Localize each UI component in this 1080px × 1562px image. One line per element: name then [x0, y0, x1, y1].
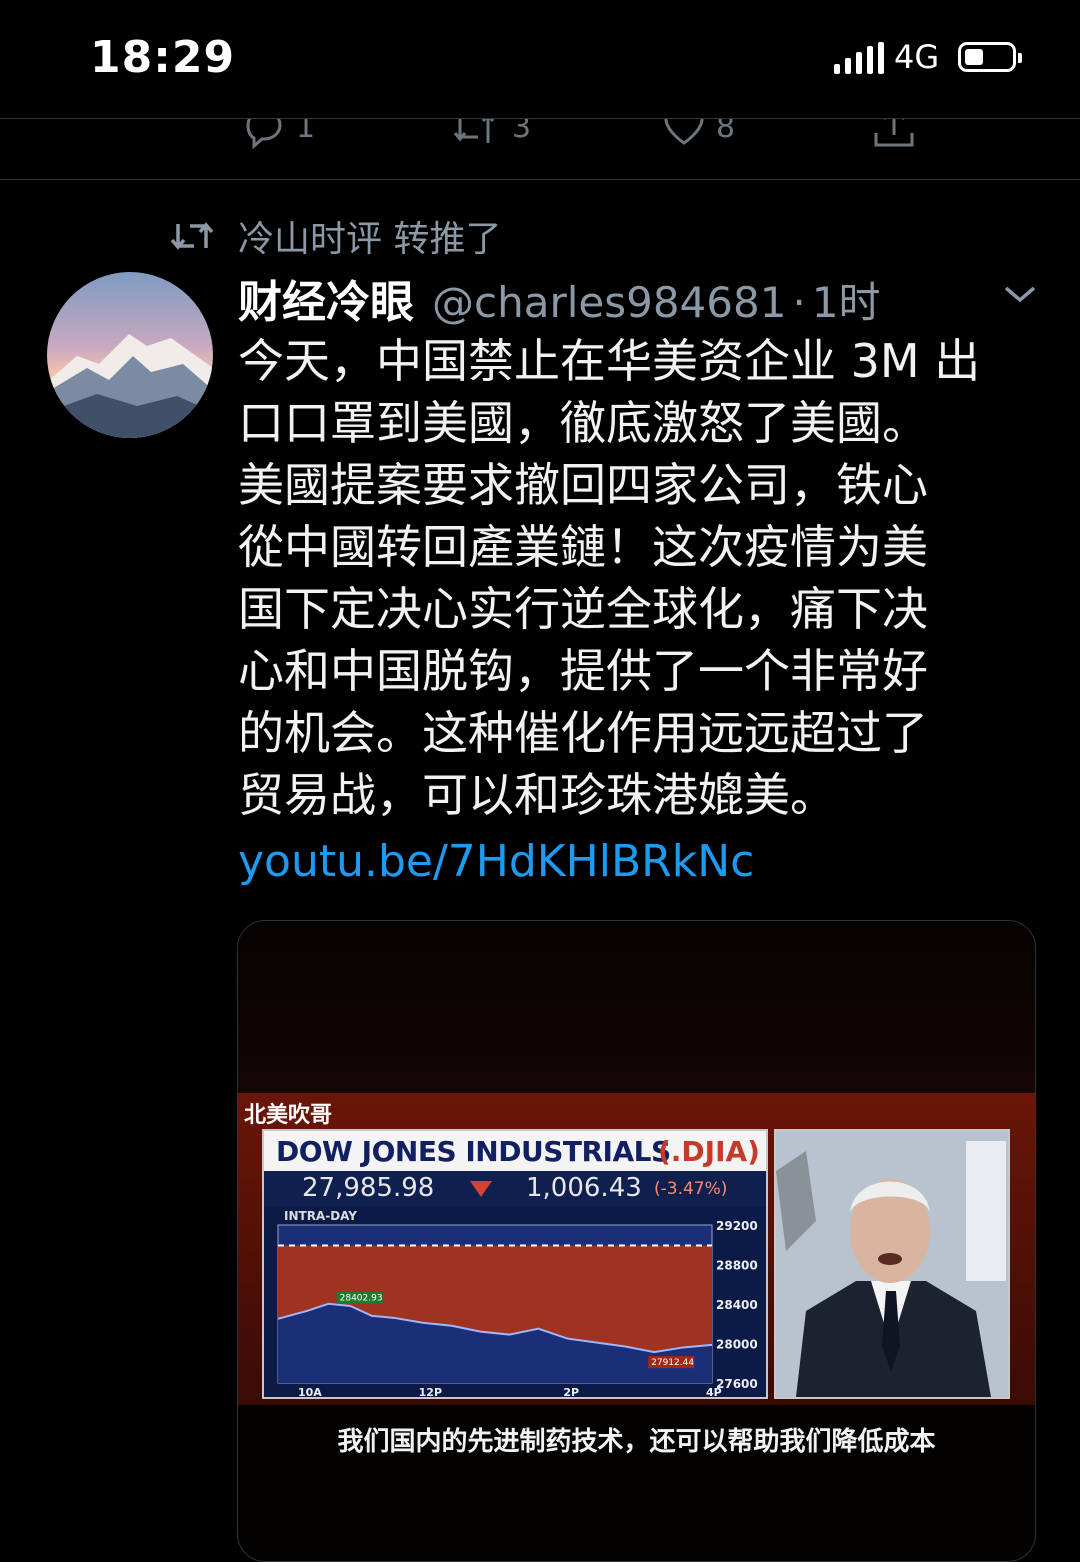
reply-button[interactable]: 1 — [242, 118, 316, 149]
time-ago: 1时 — [811, 278, 881, 327]
stock-ticker-panel: DOW JONES INDUSTRIALS (.DJIA) 27,985.98 … — [262, 1129, 768, 1399]
user-handle[interactable]: @charles984681 — [432, 278, 786, 327]
video-watermark: 北美吹哥 — [244, 1103, 333, 1128]
share-icon — [874, 119, 914, 147]
status-time: 18:29 — [90, 32, 236, 83]
chart-x-tick: 4P — [706, 1386, 722, 1399]
video-card[interactable]: 北美吹哥 DOW JONES INDUSTRIALS (.DJIA) 27,98… — [237, 920, 1036, 1562]
tweet-link[interactable]: youtu.be/7HdKHlBRkNc — [238, 836, 754, 887]
retweet-icon — [454, 119, 495, 143]
ticker-title: DOW JONES INDUSTRIALS — [276, 1135, 671, 1168]
tweet-line: 美國提案要求撤回四家公司，铁心 — [238, 458, 928, 512]
tweet-text: 今天，中国禁止在华美资企业 3M 出 口口罩到美國，徹底激怒了美國。 美國提案要… — [238, 330, 1028, 826]
ticker-price: 27,985.98 — [302, 1173, 435, 1203]
previous-tweet-actions: 1 3 8 — [0, 118, 1080, 180]
reply-count: 1 — [296, 118, 316, 145]
heart-icon — [664, 119, 704, 145]
chart-high-label: 28402.93 — [340, 1294, 383, 1304]
chart-x-tick: 10A — [298, 1386, 322, 1399]
chart-y-tick: 29200 — [716, 1219, 758, 1233]
retweet-icon — [170, 222, 214, 250]
tweet-line: 国下定决心实行逆全球化，痛下决 — [238, 582, 928, 636]
intraday-chart: INTRA-DAY 29200 28800 28400 28000 27600 10A 12… — [264, 1207, 766, 1399]
ticker-values: 27,985.98 1,006.43 (-3.47%) — [264, 1171, 766, 1207]
down-arrow-icon — [470, 1181, 492, 1197]
retweet-count: 3 — [512, 118, 532, 145]
ticker-header: DOW JONES INDUSTRIALS (.DJIA) — [264, 1131, 766, 1171]
tweet-line: 口口罩到美國，徹底激怒了美國。 — [238, 396, 928, 450]
avatar[interactable] — [47, 272, 213, 438]
ticker-change: 1,006.43 — [526, 1173, 642, 1203]
video-subtitle: 我们国内的先进制药技术，还可以帮助我们降低成本 — [337, 1427, 936, 1457]
chart-low-label: 27912.44 — [651, 1358, 694, 1368]
chart-x-tick: 12P — [419, 1386, 442, 1399]
ticker-symbol: (.DJIA) — [658, 1135, 760, 1168]
share-button[interactable] — [872, 119, 916, 149]
like-count: 8 — [716, 118, 736, 145]
tweet-header: 财经冷眼 @charles984681 · 1时 — [238, 266, 881, 330]
separator: · — [792, 278, 806, 327]
status-bar: 18:29 4G — [0, 0, 1080, 118]
tweet-line: 從中國转回產業鏈！这次疫情为美 — [238, 520, 928, 574]
retweet-button[interactable]: 3 — [454, 118, 532, 149]
chart-y-tick: 28400 — [716, 1298, 758, 1312]
retweeted-by[interactable]: 冷山时评 转推了 — [238, 210, 501, 262]
battery-icon — [958, 42, 1022, 72]
chart-x-tick: 2P — [563, 1386, 579, 1399]
ticker-change-pct: (-3.47%) — [654, 1179, 728, 1199]
chevron-down-icon[interactable] — [1002, 282, 1038, 306]
chart-svg: 29200 28800 28400 28000 27600 10A 12P 2P 4P 28402… — [277, 1219, 758, 1399]
signal-icon — [834, 42, 884, 74]
like-button[interactable]: 8 — [662, 118, 736, 149]
network-type: 4G — [894, 38, 940, 76]
speaker-video — [774, 1129, 1010, 1399]
chart-y-tick: 27600 — [716, 1377, 758, 1391]
reply-icon — [246, 119, 282, 149]
tweet-line: 今天，中国禁止在华美资企业 3M 出 — [238, 334, 981, 388]
tweet-line: 的机会。这种催化作用远远超过了 — [238, 706, 928, 760]
retweet-indicator: 冷山时评 转推了 — [170, 210, 501, 262]
video-top — [238, 921, 1035, 1093]
chart-y-tick: 28000 — [716, 1338, 758, 1352]
tweet-line: 贸易战，可以和珍珠港媲美。 — [238, 768, 836, 822]
chart-y-tick: 28800 — [716, 1259, 758, 1273]
display-name[interactable]: 财经冷眼 — [238, 266, 414, 330]
tweet-line: 心和中国脱钩，提供了一个非常好 — [238, 644, 928, 698]
